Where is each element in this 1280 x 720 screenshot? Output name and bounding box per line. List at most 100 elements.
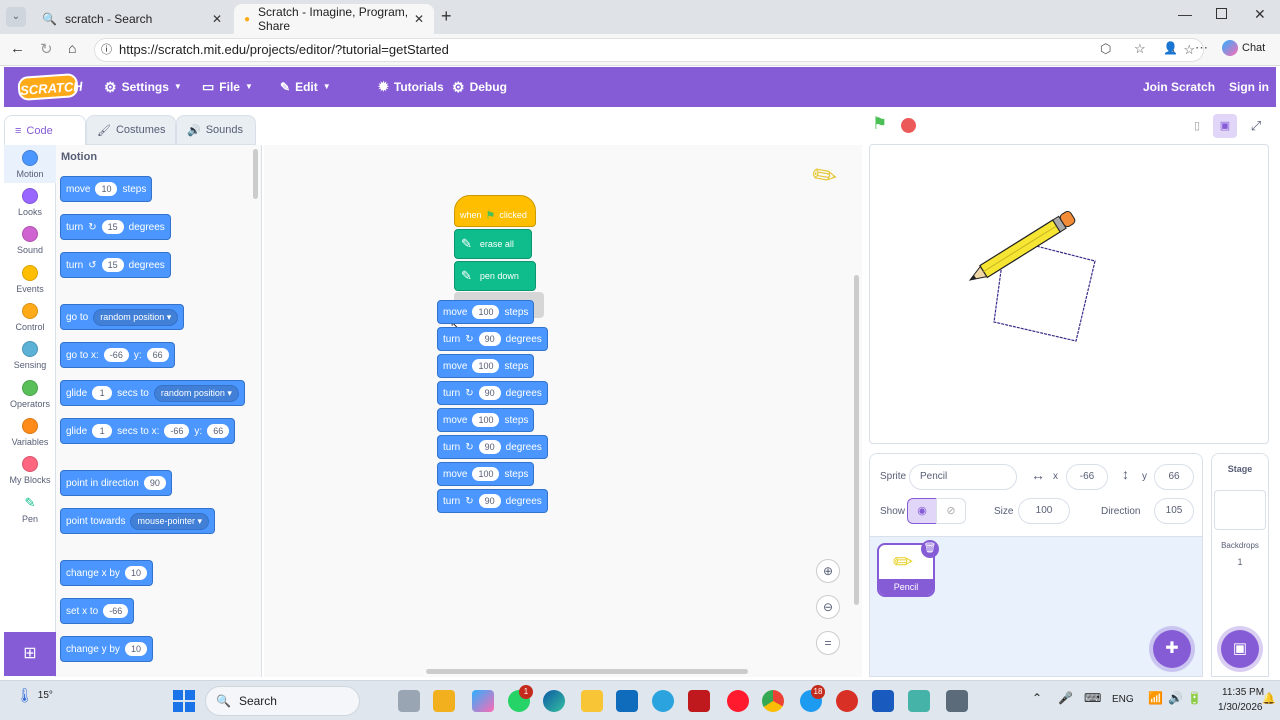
clock-date[interactable]: 1/30/2026	[1218, 702, 1263, 713]
stage-canvas[interactable]	[869, 144, 1269, 444]
app-icon[interactable]	[908, 690, 930, 712]
copilot-chat-button[interactable]: Chat	[1222, 40, 1265, 56]
new-tab-button[interactable]: +	[441, 6, 452, 27]
block-glide-xy[interactable]: glide 1 secs to x: -66 y: 66	[60, 418, 236, 444]
tutorials-button[interactable]: ✹ Tutorials	[378, 67, 444, 107]
window-close-button[interactable]: ✕	[1254, 6, 1266, 23]
opera-icon[interactable]	[727, 690, 749, 712]
battery-icon[interactable]: 🔋	[1187, 691, 1202, 705]
size-input[interactable]: 100	[1018, 498, 1070, 524]
green-flag-button[interactable]: ⚑	[872, 114, 887, 134]
stage-selector-panel[interactable]: Stage Backdrops 1 ▣	[1211, 453, 1269, 677]
pdf-icon[interactable]	[836, 690, 858, 712]
steps-input[interactable]: 10	[95, 182, 118, 196]
set-x-input[interactable]: -66	[103, 604, 129, 618]
zoom-reset-button[interactable]: =	[816, 631, 840, 655]
task-view-icon[interactable]	[398, 690, 420, 712]
category-looks[interactable]: Looks	[4, 188, 56, 217]
tab-code[interactable]: ≡ Code	[4, 115, 86, 145]
keyboard-icon[interactable]: ⌨	[1084, 691, 1101, 705]
degrees-input[interactable]: 90	[478, 494, 501, 508]
category-operators[interactable]: Operators	[4, 380, 56, 409]
category-motion[interactable]: Motion	[4, 150, 56, 179]
refresh-icon[interactable]: ↻	[40, 40, 53, 58]
steps-input[interactable]: 100	[472, 359, 500, 373]
degrees-input[interactable]: 90	[478, 386, 501, 400]
more-menu-icon[interactable]: ⋯	[1195, 40, 1208, 56]
change-y-input[interactable]: 10	[124, 642, 147, 656]
join-scratch-link[interactable]: Join Scratch	[1143, 67, 1215, 107]
red-app-icon[interactable]	[688, 690, 710, 712]
edge-icon[interactable]	[543, 690, 565, 712]
snipping-icon[interactable]	[946, 690, 968, 712]
block-glide[interactable]: glide 1 secs to random position ▾	[60, 380, 245, 406]
goto-target-dropdown[interactable]: random position ▾	[93, 308, 179, 326]
microphone-icon[interactable]: 🎤	[1058, 691, 1073, 705]
x-input[interactable]: -66	[103, 348, 129, 362]
block-go-to-xy[interactable]: go to x: -66 y: 66	[60, 342, 175, 368]
category-pen[interactable]: ✎ Pen	[4, 495, 56, 524]
favorites-icon[interactable]: ☆	[1134, 41, 1146, 57]
category-events[interactable]: Events	[4, 265, 56, 294]
add-backdrop-button[interactable]: ▣	[1221, 630, 1259, 668]
outlook-icon[interactable]	[616, 690, 638, 712]
script-block-move[interactable]: move 100 steps	[437, 300, 535, 324]
weather-widget[interactable]: 🌡 15°	[16, 687, 53, 704]
script-block-move[interactable]: move 100 steps	[437, 462, 535, 486]
x-input[interactable]: -66	[1066, 464, 1108, 490]
block-pen-down[interactable]: ✎ pen down	[454, 261, 536, 291]
hat-block-when-flag-clicked[interactable]: when ⚑ clicked	[454, 195, 536, 227]
y-input[interactable]: 66	[1154, 464, 1194, 490]
show-hidden-button[interactable]: ⊘	[936, 498, 966, 524]
secs-input[interactable]: 1	[92, 424, 113, 438]
block-set-x[interactable]: set x to -66	[60, 598, 135, 624]
sign-in-link[interactable]: Sign in	[1229, 67, 1269, 107]
script-workspace[interactable]: ✏ when ⚑ clicked ✎ erase all ✎ pen down …	[264, 145, 862, 677]
clock-time[interactable]: 11:35 PM	[1222, 687, 1264, 698]
copilot-app-icon[interactable]	[472, 690, 494, 712]
x-input[interactable]: -66	[164, 424, 190, 438]
degrees-input[interactable]: 15	[101, 220, 124, 234]
block-go-to[interactable]: go to random position ▾	[60, 304, 185, 330]
close-icon[interactable]: ✕	[212, 12, 222, 26]
category-sensing[interactable]: Sensing	[4, 341, 56, 370]
steps-input[interactable]: 100	[472, 305, 500, 319]
notification-bell-icon[interactable]: 🔔	[1262, 692, 1276, 705]
small-stage-button[interactable]: ▯	[1185, 114, 1209, 138]
add-sprite-button[interactable]: ✚	[1153, 630, 1191, 668]
store-icon[interactable]	[433, 690, 455, 712]
scratch-logo[interactable]: SCRATCH	[17, 72, 83, 102]
block-turn-left[interactable]: turn ↺ 15 degrees	[60, 252, 171, 278]
direction-input[interactable]: 105	[1154, 498, 1194, 524]
close-icon[interactable]: ✕	[414, 12, 424, 26]
tab-sounds[interactable]: 🔊 Sounds	[176, 115, 256, 145]
edit-menu[interactable]: ✎ Edit ▼	[280, 67, 331, 107]
category-my-blocks[interactable]: My Blocks	[4, 456, 56, 485]
debug-button[interactable]: ⚙ Debug	[452, 67, 507, 107]
degrees-input[interactable]: 90	[478, 440, 501, 454]
minimize-button[interactable]: —	[1178, 6, 1192, 22]
block-change-x[interactable]: change x by 10	[60, 560, 153, 586]
sprite-name-input[interactable]: Pencil	[909, 464, 1017, 490]
block-move-steps[interactable]: move 10 steps	[60, 176, 153, 202]
home-icon[interactable]: ⌂	[68, 40, 76, 56]
towards-dropdown[interactable]: mouse-pointer ▾	[130, 512, 210, 530]
show-visible-button[interactable]: ◉	[907, 498, 937, 524]
script-block-turn[interactable]: turn ↻ 90 degrees	[437, 327, 548, 351]
script-block-turn[interactable]: turn ↻ 90 degrees	[437, 435, 548, 459]
tab-costumes[interactable]: 🖌 Costumes	[86, 115, 176, 145]
extensions-icon[interactable]: ⬡	[1100, 41, 1111, 57]
profile-icon[interactable]: 👤	[1163, 41, 1178, 55]
steps-input[interactable]: 100	[472, 413, 500, 427]
category-variables[interactable]: Variables	[4, 418, 56, 447]
category-control[interactable]: Control	[4, 303, 56, 332]
back-icon[interactable]: ←	[10, 40, 25, 57]
word-icon[interactable]	[872, 690, 894, 712]
site-info-icon[interactable]: ⓘ	[101, 39, 112, 61]
script-block-turn[interactable]: turn ↻ 90 degrees	[437, 381, 548, 405]
stop-button[interactable]	[901, 118, 916, 133]
file-menu[interactable]: ▭ File ▼	[202, 67, 253, 107]
fullscreen-button[interactable]: ⤢	[1244, 114, 1268, 138]
delete-sprite-button[interactable]: 🗑	[921, 540, 939, 558]
category-sound[interactable]: Sound	[4, 226, 56, 255]
